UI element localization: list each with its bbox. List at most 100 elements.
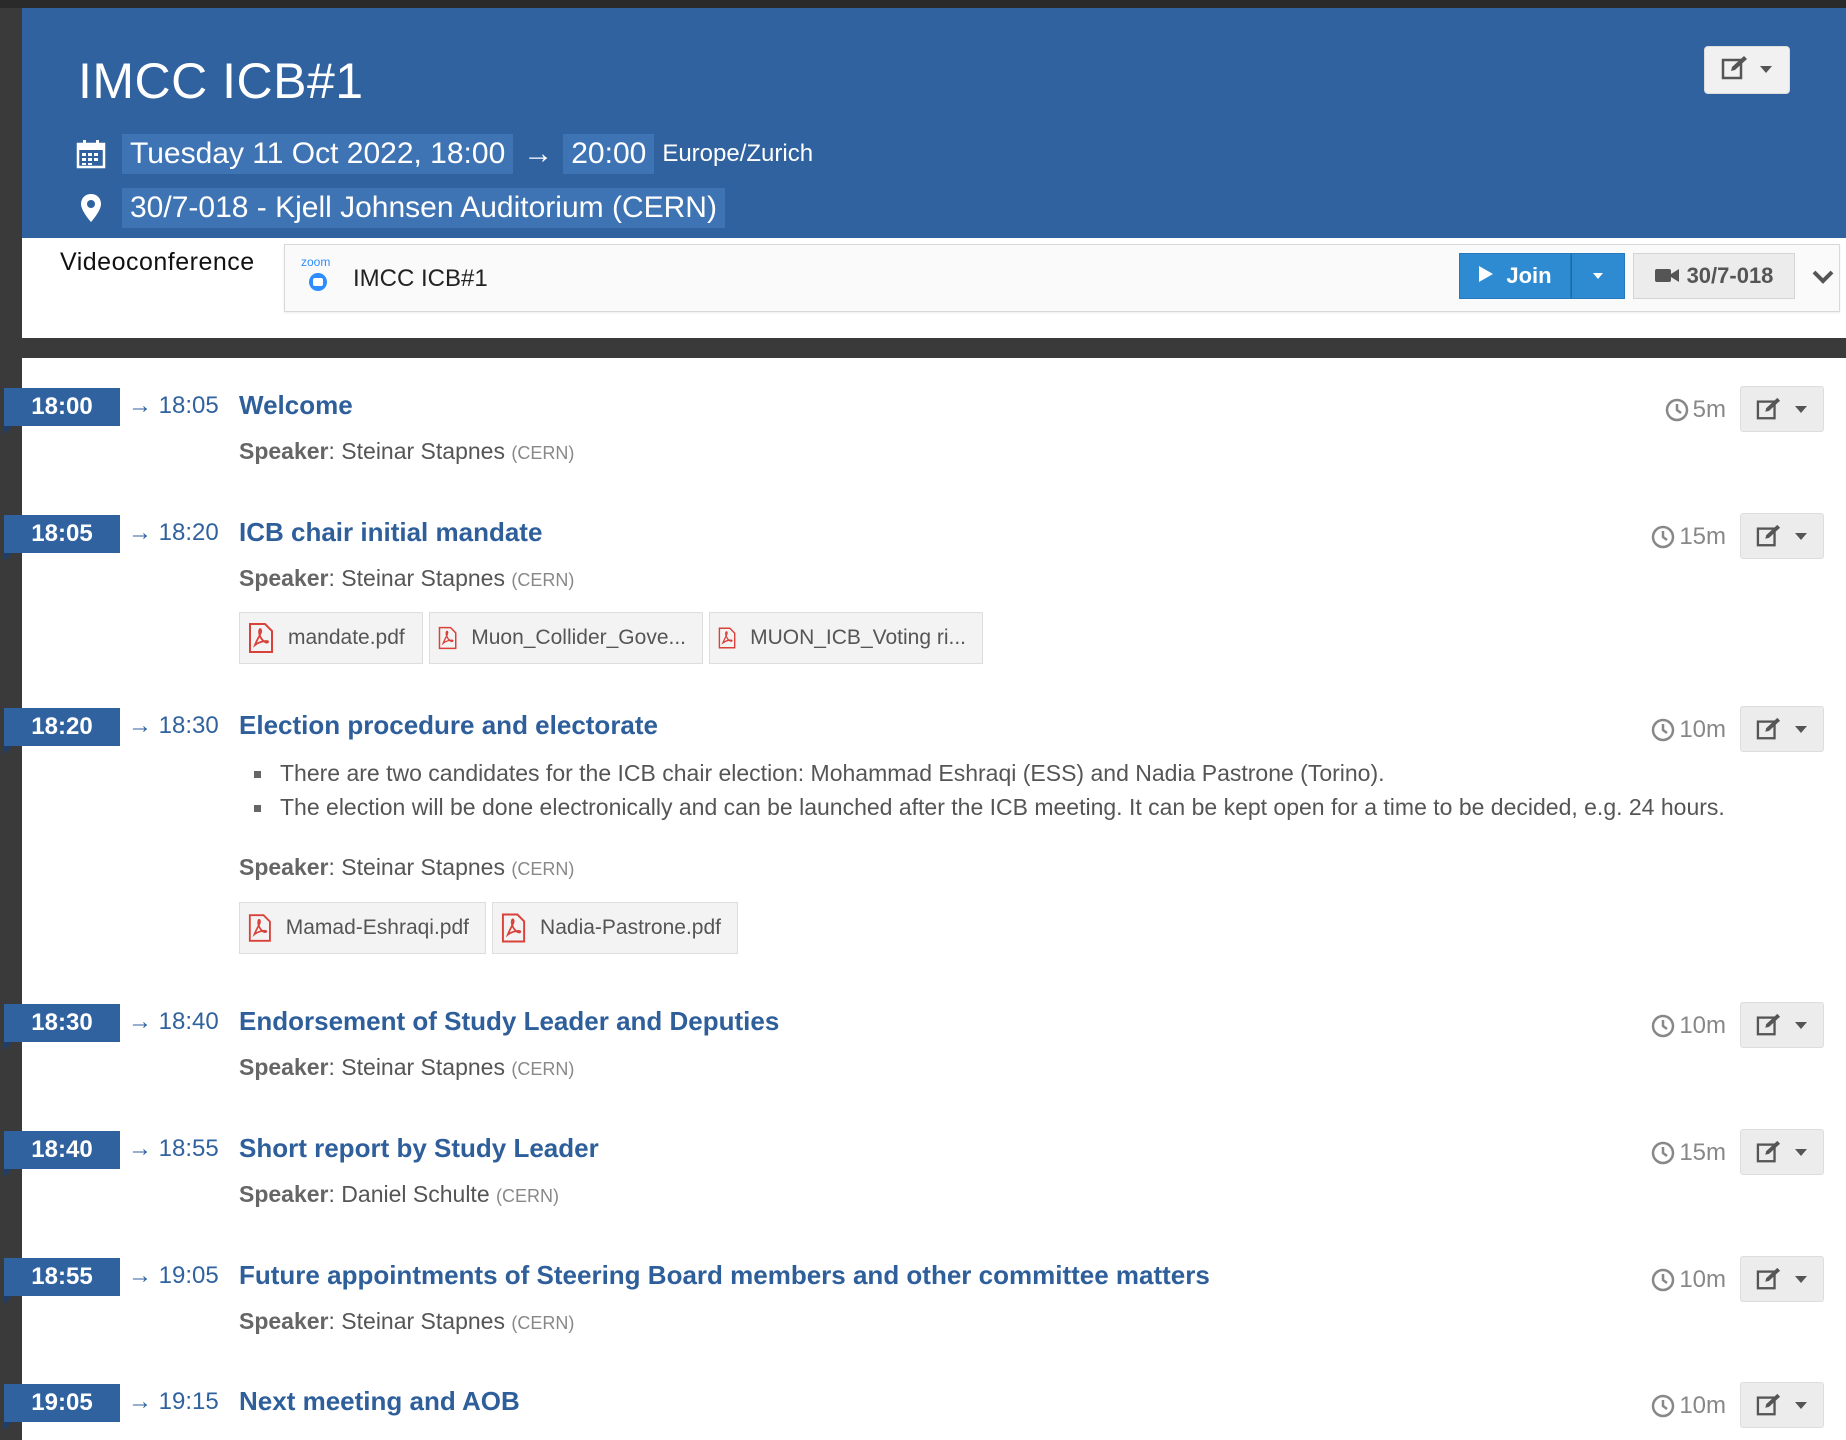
- edit-icon: [1756, 1013, 1781, 1036]
- event-location-row: 30/7-018 - Kjell Johnsen Auditorium (CER…: [74, 188, 725, 228]
- join-label: Join: [1506, 263, 1552, 288]
- pdf-file-icon: [248, 914, 271, 942]
- clock-icon: [1652, 718, 1675, 742]
- play-icon: [1478, 263, 1494, 289]
- clock-icon: [1652, 1268, 1675, 1292]
- room-label: 30/7-018: [1686, 263, 1774, 288]
- item-end-time: → 19:15: [128, 1388, 219, 1415]
- caret-down-icon: [1795, 533, 1807, 540]
- item-end-time: → 19:05: [128, 1262, 219, 1289]
- item-title-link[interactable]: ICB chair initial mandate: [239, 517, 542, 548]
- section-divider: [22, 338, 1846, 358]
- video-camera-icon: [1654, 263, 1679, 289]
- attachment-list: Mamad-Eshraqi.pdf Nadia-Pastrone.pdf: [239, 902, 738, 954]
- item-title-link[interactable]: Election procedure and electorate: [239, 710, 658, 741]
- edit-icon: [1756, 1267, 1781, 1290]
- event-date-row: Tuesday 11 Oct 2022, 18:00 → 20:00 Europ…: [74, 134, 813, 174]
- clock-icon: [1652, 525, 1675, 549]
- pdf-file-icon: [501, 913, 526, 943]
- zoom-logo-icon: zoom: [299, 255, 339, 297]
- item-title-link[interactable]: Next meeting and AOB: [239, 1386, 520, 1417]
- item-edit-button[interactable]: [1740, 386, 1824, 432]
- chevron-down-icon[interactable]: [1809, 263, 1837, 291]
- item-duration: 10m: [1651, 716, 1726, 744]
- item-edit-button[interactable]: [1740, 706, 1824, 752]
- item-start-time: 18:05: [4, 515, 120, 561]
- item-end-time: → 18:55: [128, 1135, 219, 1162]
- description-bullet: There are two candidates for the ICB cha…: [254, 756, 1725, 790]
- edit-icon: [1756, 717, 1781, 740]
- join-button[interactable]: Join: [1459, 253, 1571, 299]
- edit-icon: [1756, 1140, 1781, 1163]
- caret-down-icon: [1795, 406, 1807, 413]
- attachment-list: mandate.pdf Muon_Collider_Gove... MUON_I…: [239, 612, 983, 664]
- item-edit-button[interactable]: [1740, 513, 1824, 559]
- item-edit-button[interactable]: [1740, 1256, 1824, 1302]
- join-button-group: Join: [1459, 253, 1625, 299]
- item-edit-button[interactable]: [1740, 1382, 1824, 1428]
- caret-down-icon: [1795, 1402, 1807, 1409]
- event-start: Tuesday 11 Oct 2022, 18:00: [122, 134, 514, 174]
- item-end-time: → 18:30: [128, 712, 219, 739]
- join-dropdown-button[interactable]: [1571, 253, 1625, 299]
- description-bullet: The election will be done electronically…: [254, 790, 1725, 824]
- pdf-file-icon: [438, 626, 457, 650]
- caret-down-icon: [1759, 61, 1773, 79]
- item-duration: 10m: [1651, 1392, 1726, 1420]
- edit-icon: [1756, 397, 1781, 420]
- videoconference-label: Videoconference: [60, 248, 255, 276]
- item-speaker: Speaker: Steinar Stapnes (CERN): [239, 854, 575, 880]
- clock-icon: [1652, 1141, 1675, 1165]
- item-title-link[interactable]: Future appointments of Steering Board me…: [239, 1260, 1210, 1291]
- edit-icon: [1756, 1393, 1781, 1416]
- clock-icon: [1665, 398, 1688, 422]
- event-location[interactable]: 30/7-018 - Kjell Johnsen Auditorium (CER…: [122, 188, 725, 228]
- event-edit-button[interactable]: [1704, 46, 1790, 94]
- videoconference-box: zoom IMCC ICB#1 Join 30/7-018: [284, 244, 1840, 312]
- caret-down-icon: [1592, 267, 1604, 285]
- map-pin-icon: [74, 191, 108, 225]
- pdf-file-icon: [718, 627, 736, 649]
- caret-down-icon: [1795, 1149, 1807, 1156]
- event-end: 20:00: [563, 134, 655, 174]
- item-speaker: Speaker: Steinar Stapnes (CERN): [239, 1308, 575, 1334]
- clock-icon: [1652, 1394, 1675, 1418]
- item-speaker: Speaker: Daniel Schulte (CERN): [239, 1181, 559, 1207]
- item-title-link[interactable]: Short report by Study Leader: [239, 1133, 599, 1164]
- item-edit-button[interactable]: [1740, 1002, 1824, 1048]
- zoom-logo-text: zoom: [301, 255, 331, 269]
- item-speaker: Speaker: Steinar Stapnes (CERN): [239, 1054, 575, 1080]
- attachment-pdf[interactable]: Nadia-Pastrone.pdf: [492, 902, 738, 954]
- timetable: 18:00 → 18:05 Welcome Speaker: Steinar S…: [0, 358, 1846, 1440]
- item-start-time: 18:20: [4, 708, 120, 754]
- event-header: IMCC ICB#1 Tuesday 11 Oct 2022, 18:00 → …: [22, 8, 1846, 238]
- item-title-link[interactable]: Welcome: [239, 390, 353, 421]
- videoconference-section: Videoconference zoom IMCC ICB#1 Join 30/…: [22, 238, 1846, 338]
- item-end-time: → 18:20: [128, 519, 219, 546]
- event-title: IMCC ICB#1: [78, 53, 364, 109]
- item-duration: 10m: [1651, 1266, 1726, 1294]
- item-speaker: Speaker: Steinar Stapnes (CERN): [239, 565, 575, 591]
- date-arrow: →: [523, 137, 554, 170]
- item-duration: 15m: [1651, 1139, 1726, 1167]
- videoconference-name: IMCC ICB#1: [353, 265, 488, 292]
- item-edit-button[interactable]: [1740, 1129, 1824, 1175]
- edit-icon: [1756, 524, 1781, 547]
- item-start-time: 19:05: [4, 1384, 120, 1430]
- clock-icon: [1652, 1014, 1675, 1038]
- attachment-pdf[interactable]: Mamad-Eshraqi.pdf: [239, 902, 486, 954]
- event-timezone: Europe/Zurich: [662, 140, 814, 167]
- attachment-pdf[interactable]: MUON_ICB_Voting ri...: [709, 612, 983, 664]
- item-speaker: Speaker: Steinar Stapnes (CERN): [239, 438, 575, 464]
- caret-down-icon: [1795, 726, 1807, 733]
- top-border: [0, 0, 1846, 8]
- room-button[interactable]: 30/7-018: [1633, 253, 1795, 299]
- item-description: There are two candidates for the ICB cha…: [254, 756, 1725, 824]
- item-start-time: 18:55: [4, 1258, 120, 1304]
- attachment-pdf[interactable]: mandate.pdf: [239, 612, 423, 664]
- pdf-file-icon: [249, 623, 273, 653]
- attachment-pdf[interactable]: Muon_Collider_Gove...: [429, 612, 703, 664]
- item-end-time: → 18:05: [128, 392, 219, 419]
- item-duration: 5m: [1665, 396, 1726, 424]
- item-title-link[interactable]: Endorsement of Study Leader and Deputies: [239, 1006, 779, 1037]
